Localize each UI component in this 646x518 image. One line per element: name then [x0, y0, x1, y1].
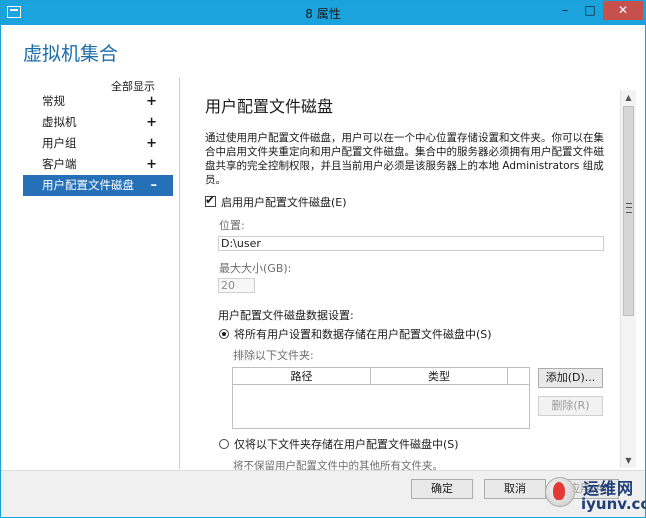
- sidebar-item-user-profile-disks[interactable]: 用户配置文件磁盘 –: [23, 175, 173, 196]
- sidebar-item-label: 常规: [42, 94, 65, 108]
- checkmark-icon: ✔: [205, 193, 216, 207]
- vertical-scrollbar[interactable]: ▲ ▼: [620, 90, 636, 468]
- collapse-icon: –: [150, 178, 158, 193]
- sidebar-item-label: 虚拟机: [42, 115, 77, 129]
- section-description: 通过使用用户配置文件磁盘，用户可以在一个中心位置存储设置和文件夹。你可以在集合中…: [205, 132, 604, 186]
- add-folder-button[interactable]: 添加(D)...: [538, 368, 603, 388]
- exclude-folders-label: 排除以下文件夹:: [233, 349, 314, 362]
- excluded-folders-table[interactable]: 路径 类型: [232, 367, 530, 429]
- sidebar-nav: 常规 + 虚拟机 + 用户组 + 客户端 + 用户配置文件磁盘 –: [23, 91, 173, 196]
- watermark-globe-icon: [545, 477, 575, 507]
- watermark-logo: 运维网 iyunv.com: [541, 471, 646, 517]
- enable-upd-checkbox[interactable]: ✔: [205, 193, 216, 207]
- sidebar-item-label: 用户组: [42, 136, 77, 150]
- sidebar-item-user-groups[interactable]: 用户组 +: [23, 133, 173, 154]
- sidebar-item-general[interactable]: 常规 +: [23, 91, 173, 112]
- max-size-label: 最大大小(GB):: [219, 262, 292, 275]
- delete-folder-button[interactable]: 删除(R): [538, 396, 603, 416]
- scroll-up-icon[interactable]: ▲: [621, 90, 636, 105]
- collection-heading: 虚拟机集合: [23, 43, 119, 65]
- scroll-thumb[interactable]: [623, 106, 634, 316]
- section-title: 用户配置文件磁盘: [205, 97, 334, 116]
- ok-button[interactable]: 确定: [411, 479, 473, 499]
- sidebar-item-client[interactable]: 客户端 +: [23, 154, 173, 175]
- store-only-label[interactable]: 仅将以下文件夹存储在用户配置文件磁盘中(S): [234, 436, 459, 452]
- store-all-label[interactable]: 将所有用户设置和数据存储在用户配置文件磁盘中(S): [234, 326, 492, 342]
- maximize-button[interactable]: □: [578, 1, 602, 20]
- title-bar[interactable]: 8 属性 – □ ✕: [1, 1, 645, 25]
- location-label: 位置:: [219, 219, 245, 232]
- location-field[interactable]: D:\user: [218, 236, 604, 251]
- properties-window: 8 属性 – □ ✕ 虚拟机集合 全部显示 常规 + 虚拟机 + 用户组 + 客…: [0, 0, 646, 518]
- minimize-button[interactable]: –: [553, 1, 577, 20]
- sidebar-item-virtual-machines[interactable]: 虚拟机 +: [23, 112, 173, 133]
- expand-icon: +: [146, 157, 157, 172]
- expand-icon: +: [146, 94, 157, 109]
- data-settings-label: 用户配置文件磁盘数据设置:: [218, 309, 354, 322]
- scroll-down-icon[interactable]: ▼: [621, 453, 636, 468]
- expand-icon: +: [146, 115, 157, 130]
- watermark-text-en: iyunv.com: [581, 495, 646, 513]
- store-only-radio[interactable]: [219, 439, 229, 449]
- store-all-radio[interactable]: [219, 329, 229, 339]
- sidebar-item-label: 用户配置文件磁盘: [42, 178, 134, 192]
- max-size-field[interactable]: 20: [218, 278, 255, 293]
- column-header-path[interactable]: 路径: [233, 368, 371, 385]
- expand-icon: +: [146, 136, 157, 151]
- sidebar-item-label: 客户端: [42, 157, 77, 171]
- window-title: 8 属性: [305, 7, 341, 21]
- grip-icon: [626, 203, 632, 213]
- pane-divider: [179, 77, 180, 469]
- column-header-blank: [508, 368, 529, 385]
- enable-upd-label[interactable]: 启用用户配置文件磁盘(E): [221, 194, 347, 210]
- column-header-type[interactable]: 类型: [371, 368, 508, 385]
- cancel-button[interactable]: 取消: [484, 479, 546, 499]
- close-button[interactable]: ✕: [603, 1, 643, 20]
